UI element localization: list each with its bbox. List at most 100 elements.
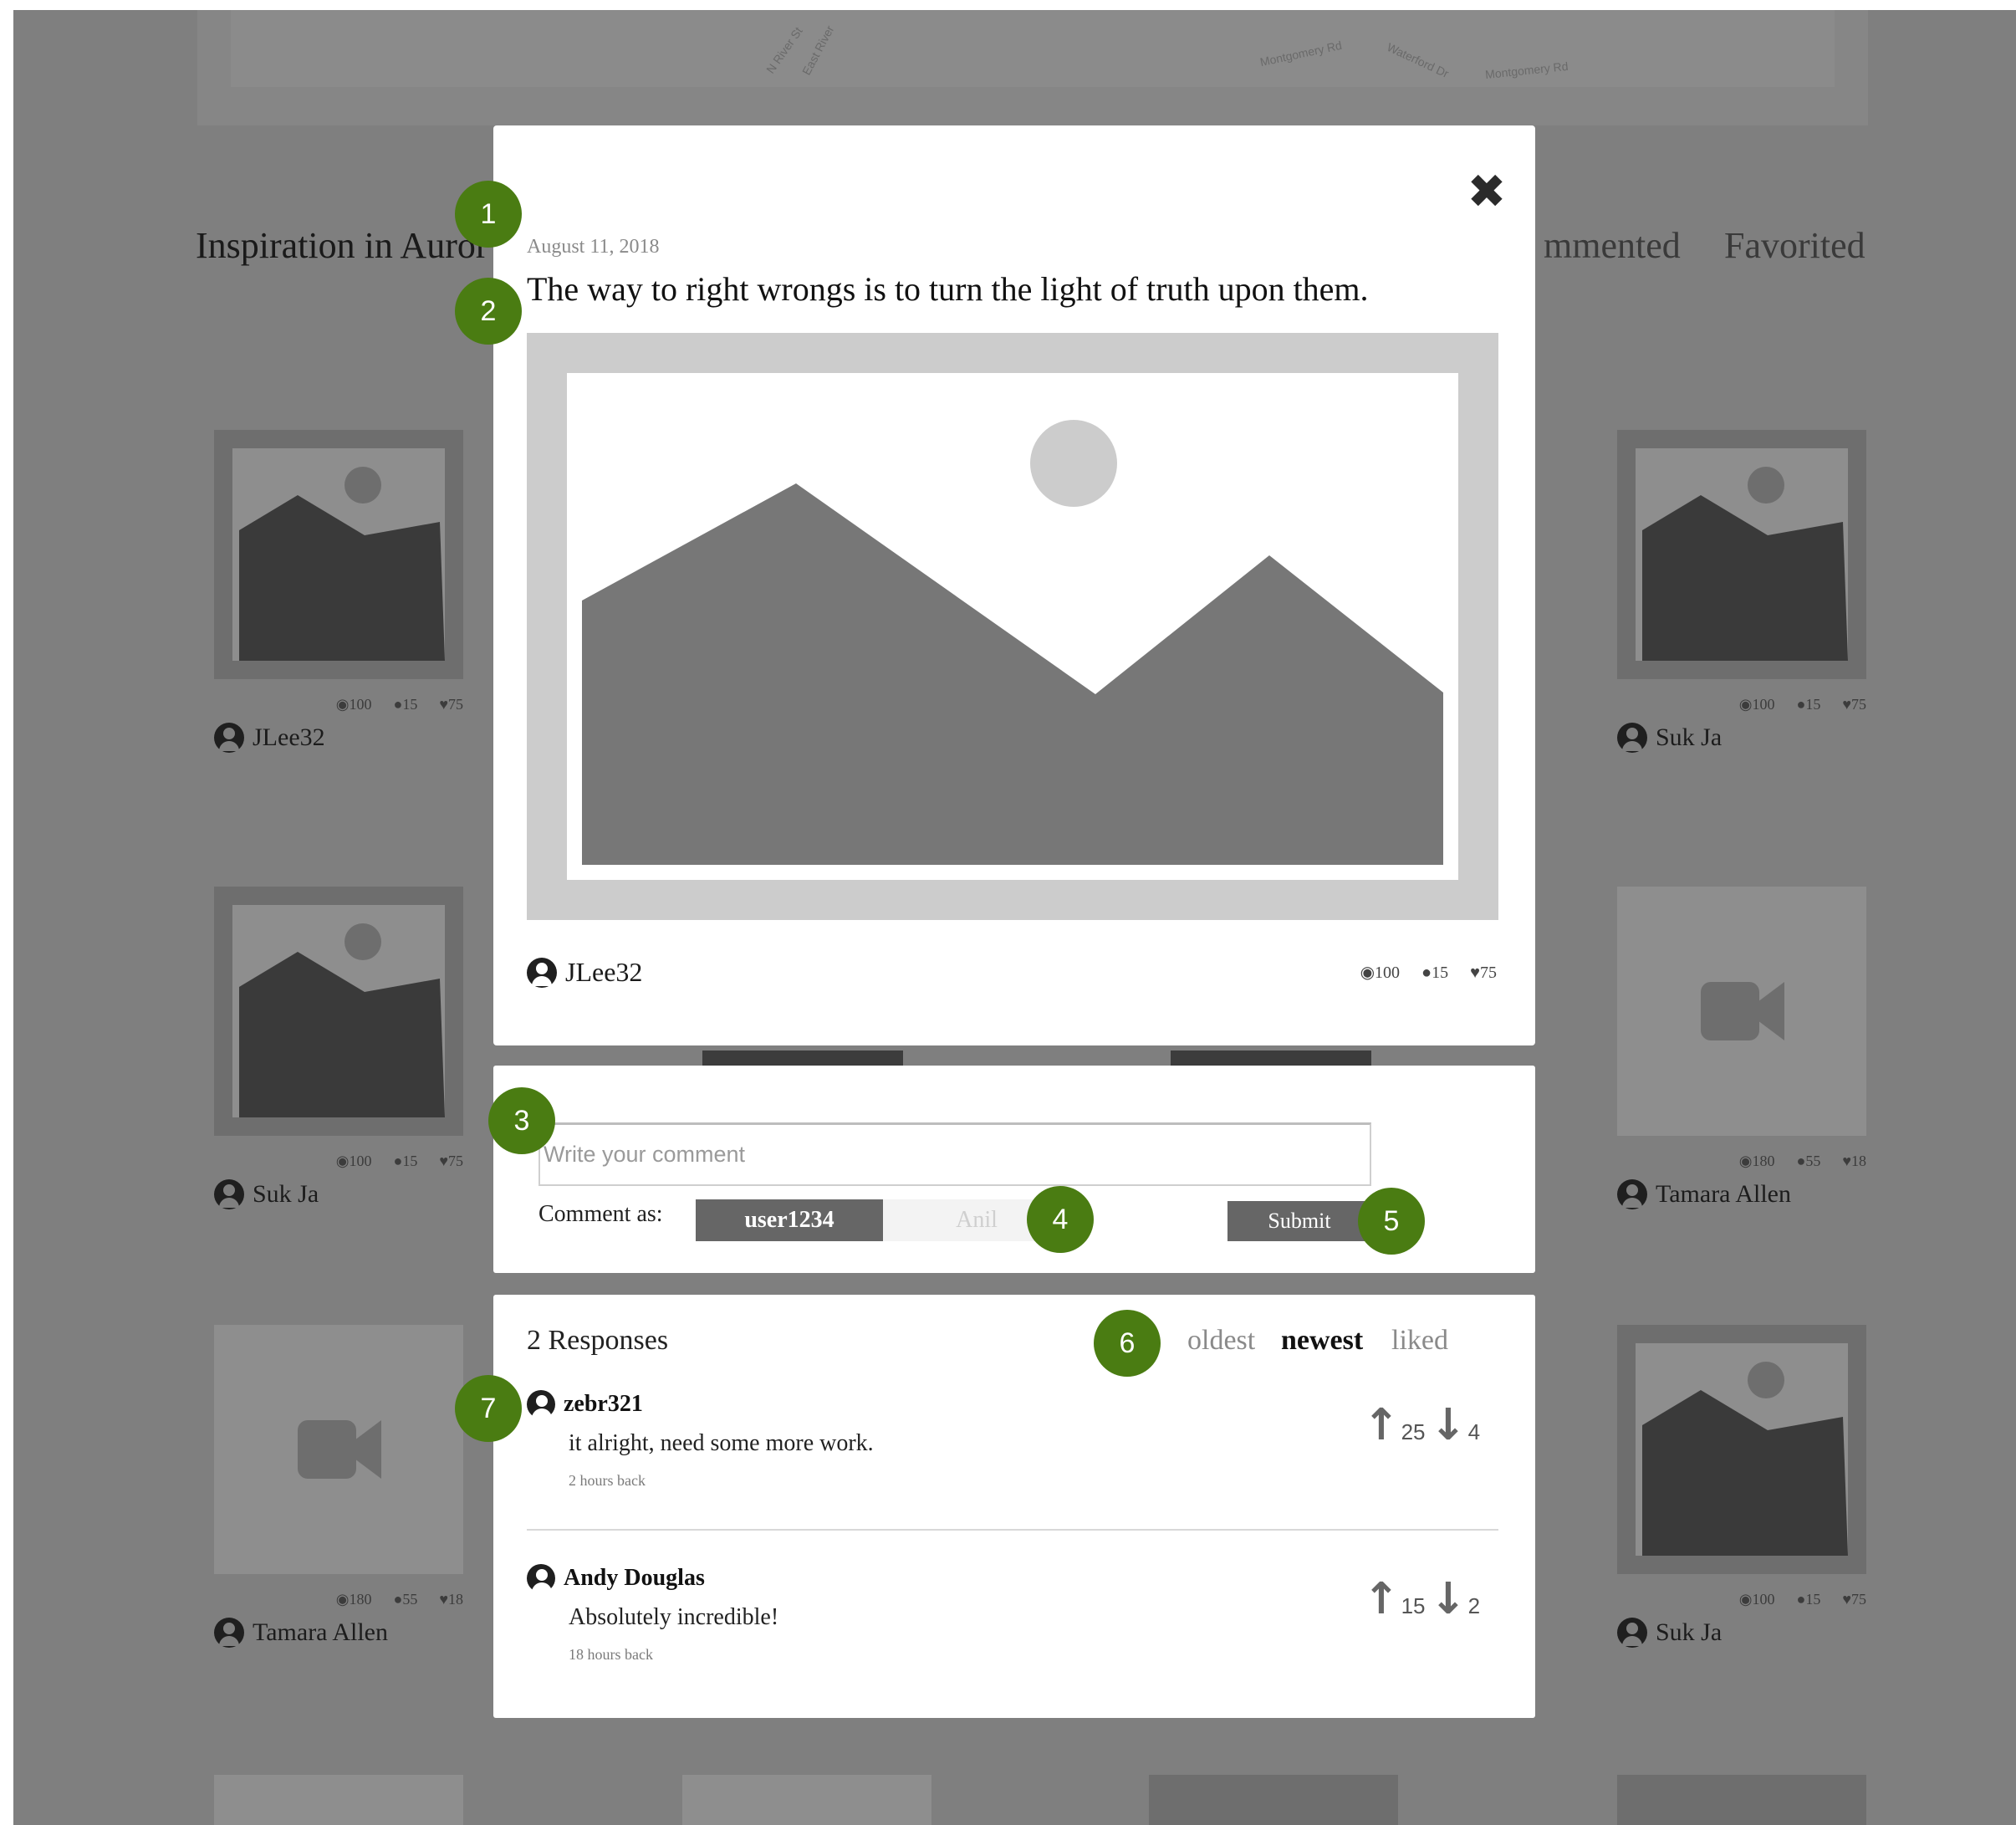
upvote-button[interactable]: ↑ 15 [1363,1577,1426,1621]
response-author[interactable]: Andy Douglas [527,1564,705,1592]
card-author[interactable]: Tamara Allen [1617,1179,1791,1209]
image-thumbnail [1617,430,1866,679]
map-label: Montgomery Rd [1484,59,1569,82]
response-text: Absolutely incredible! [569,1604,779,1630]
downvote-count: 2 [1467,1593,1481,1618]
user-icon [1617,1179,1647,1209]
card-stats: ◉180 ●55 ♥18 [214,1591,463,1608]
annotation-marker: 7 [455,1375,522,1442]
annotation-marker: 4 [1027,1186,1094,1253]
map-strip: Montgomery Rd Waterford Dr Montgomery Rd… [197,10,1868,125]
card-stats: ◉100 ●15 ♥75 [214,696,463,713]
response-divider [527,1529,1498,1531]
background-sliver [1171,1051,1371,1066]
user-icon [1617,723,1647,753]
section-title: Inspiration in Auror [196,225,488,266]
post-author[interactable]: JLee32 [527,957,642,988]
response-time: 18 hours back [569,1646,653,1663]
sort-liked[interactable]: liked [1391,1325,1448,1357]
close-icon[interactable]: ✖ [1462,167,1512,217]
likes-count: ♥75 [439,696,463,713]
annotation-marker: 6 [1094,1310,1161,1377]
responses-panel: 2 Responses oldest newest liked zebr321 … [493,1295,1535,1718]
card-stats: ◉100 ●15 ♥75 [214,1153,463,1170]
likes-count: ♥75 [1842,696,1866,713]
downvote-button[interactable]: ↓ 2 [1430,1577,1480,1621]
user-icon [214,723,244,753]
responses-count: 2 Responses [527,1325,669,1356]
post-date: August 11, 2018 [527,236,660,258]
post-detail-modal: ✖ August 11, 2018 The way to right wrong… [493,125,1535,1045]
card-stats: ◉100 ●15 ♥75 [1617,1591,1866,1608]
gallery-card-partial[interactable] [682,1775,931,1825]
comment-as-label: Comment as: [538,1201,663,1227]
annotation-marker: 2 [455,278,522,345]
image-placeholder-icon [582,420,1443,865]
image-placeholder-icon [239,923,445,1117]
response-item: zebr321 it alright, need some more work.… [527,1390,1498,1507]
user-icon [527,1564,555,1592]
comments-count: ●15 [393,1153,418,1169]
views-count: ◉100 [1360,964,1401,982]
sort-oldest[interactable]: oldest [1187,1325,1255,1357]
upvote-button[interactable]: ↑ 25 [1363,1403,1426,1447]
tab-most-commented[interactable]: mmented [1544,224,1681,267]
arrow-up-icon: ↑ [1363,1574,1400,1624]
comments-count: ●15 [1796,1591,1821,1608]
background-sliver [702,1051,903,1066]
gallery-card-partial[interactable] [214,1775,463,1825]
tab-favorited[interactable]: Favorited [1724,224,1865,267]
downvote-count: 4 [1467,1419,1481,1444]
user-icon [214,1179,244,1209]
annotation-marker: 5 [1358,1188,1425,1255]
user-icon [527,1390,555,1419]
comments-count: ●55 [393,1591,418,1608]
user-icon [527,957,557,988]
video-thumbnail [1617,887,1866,1136]
sort-newest[interactable]: newest [1281,1325,1363,1357]
views-count: ◉180 [335,1591,372,1608]
likes-count: ♥75 [1842,1591,1866,1608]
post-title: The way to right wrongs is to turn the l… [527,270,1369,308]
identity-option-user1234[interactable]: user1234 [696,1199,883,1241]
map[interactable]: Montgomery Rd Waterford Dr Montgomery Rd… [231,10,1835,87]
annotation-marker: 1 [455,181,522,248]
views-count: ◉100 [335,696,372,713]
video-thumbnail [214,1325,463,1574]
card-author[interactable]: Tamara Allen [214,1618,388,1648]
arrow-up-icon: ↑ [1363,1400,1400,1450]
map-label: Waterford Dr [1385,39,1452,81]
map-label: Montgomery Rd [1258,38,1344,69]
image-thumbnail [214,430,463,679]
map-label: N River St [763,24,805,76]
card-stats: ◉180 ●55 ♥18 [1617,1153,1866,1170]
arrow-down-icon: ↓ [1430,1574,1467,1624]
card-author[interactable]: Suk Ja [1617,723,1722,753]
gallery-card-partial[interactable] [1617,1775,1866,1825]
annotation-marker: 3 [488,1087,555,1154]
likes-count: ♥75 [439,1153,463,1169]
likes-count[interactable]: ♥75 [1470,964,1497,982]
comments-count: ●15 [1421,964,1449,982]
image-placeholder-icon [1642,467,1848,661]
post-image[interactable] [527,333,1498,920]
comment-input[interactable] [538,1122,1371,1186]
card-author[interactable]: JLee32 [214,723,325,753]
card-author[interactable]: Suk Ja [1617,1618,1722,1648]
image-thumbnail [1617,1325,1866,1574]
card-stats: ◉100 ●15 ♥75 [1617,696,1866,713]
downvote-button[interactable]: ↓ 4 [1430,1403,1480,1447]
image-placeholder-icon [239,467,445,661]
card-author[interactable]: Suk Ja [214,1179,319,1209]
likes-count: ♥18 [439,1591,463,1608]
user-icon [214,1618,244,1648]
views-count: ◉180 [1738,1153,1775,1169]
response-text: it alright, need some more work. [569,1430,874,1456]
likes-count: ♥18 [1842,1153,1866,1169]
gallery-card-partial[interactable] [1149,1775,1398,1825]
image-placeholder-icon [1642,1362,1848,1556]
response-author[interactable]: zebr321 [527,1390,643,1419]
upvote-count: 15 [1401,1593,1426,1618]
submit-button[interactable]: Submit [1227,1201,1371,1241]
comments-count: ●15 [1796,696,1821,713]
